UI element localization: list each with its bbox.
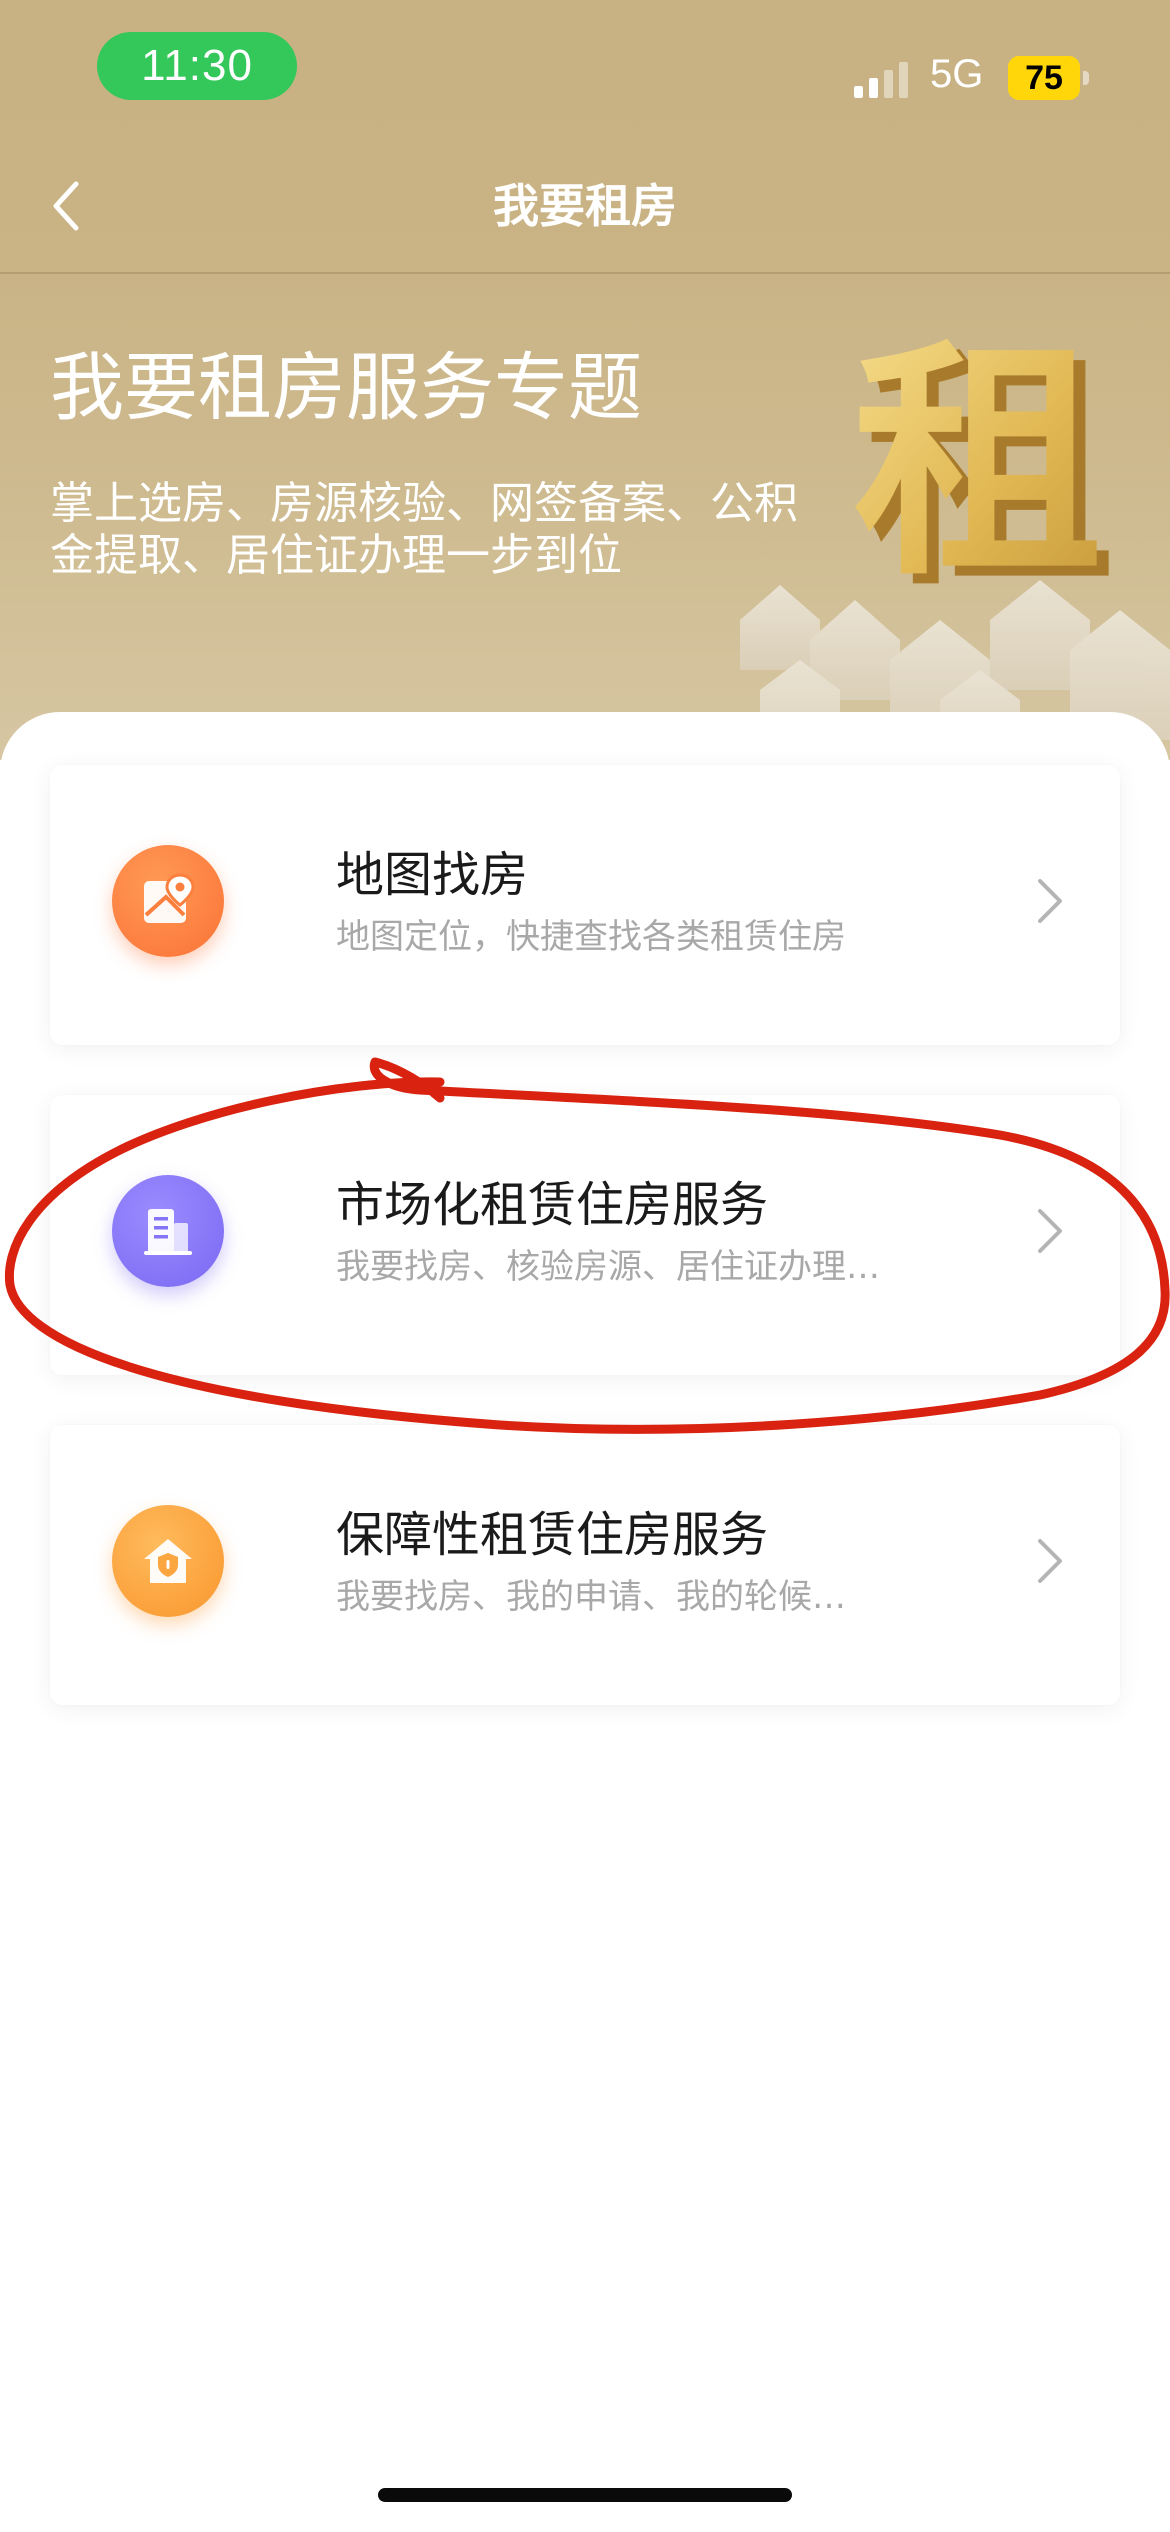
battery-tip [1083,71,1089,85]
page-title: 我要租房 [493,179,677,233]
house-shield-icon [112,1505,224,1617]
chevron-right-icon [1038,1539,1062,1583]
card-description: 地图定位，快捷查找各类租赁住房 [336,917,846,957]
chevron-right-icon [1038,879,1062,923]
rent-glyph: 租 [853,320,1103,609]
map-search-card[interactable]: 地图找房 地图定位，快捷查找各类租赁住房 [50,765,1120,1045]
card-description: 我要找房、核验房源、居住证办理… [336,1247,880,1287]
card-description: 我要找房、我的申请、我的轮候… [336,1577,846,1617]
home-indicator[interactable] [378,2488,792,2502]
network-type: 5G [930,52,984,96]
affordable-rental-card[interactable]: 保障性租赁住房服务 我要找房、我的申请、我的轮候… [50,1425,1120,1705]
rent-illustration-icon: 租 租 [740,320,1170,760]
building-icon [112,1175,224,1287]
page: 11:30 5G 75 我要租房 我要租房服务专题 掌上选房、房源核验、网签备案… [0,0,1170,2532]
chevron-left-icon [53,181,79,231]
map-location-icon [112,845,224,957]
banner-subtitle: 掌上选房、房源核验、网签备案、公积金提取、居住证办理一步到位 [50,478,798,581]
market-rental-card[interactable]: 市场化租赁住房服务 我要找房、核验房源、居住证办理… [50,1095,1120,1375]
banner-title: 我要租房服务专题 [50,345,642,431]
nav-bar: 我要租房 [0,140,1170,274]
card-title: 地图找房 [336,847,529,903]
card-title: 保障性租赁住房服务 [336,1507,769,1563]
battery-level: 75 [1008,56,1080,100]
chevron-right-icon [1038,1209,1062,1253]
battery-icon: 75 [1008,56,1089,100]
status-bar: 11:30 5G 75 [0,0,1170,140]
card-title: 市场化租赁住房服务 [336,1177,769,1233]
status-time: 11:30 [97,32,297,100]
cellular-signal-icon [854,62,908,98]
back-button[interactable] [34,174,98,238]
